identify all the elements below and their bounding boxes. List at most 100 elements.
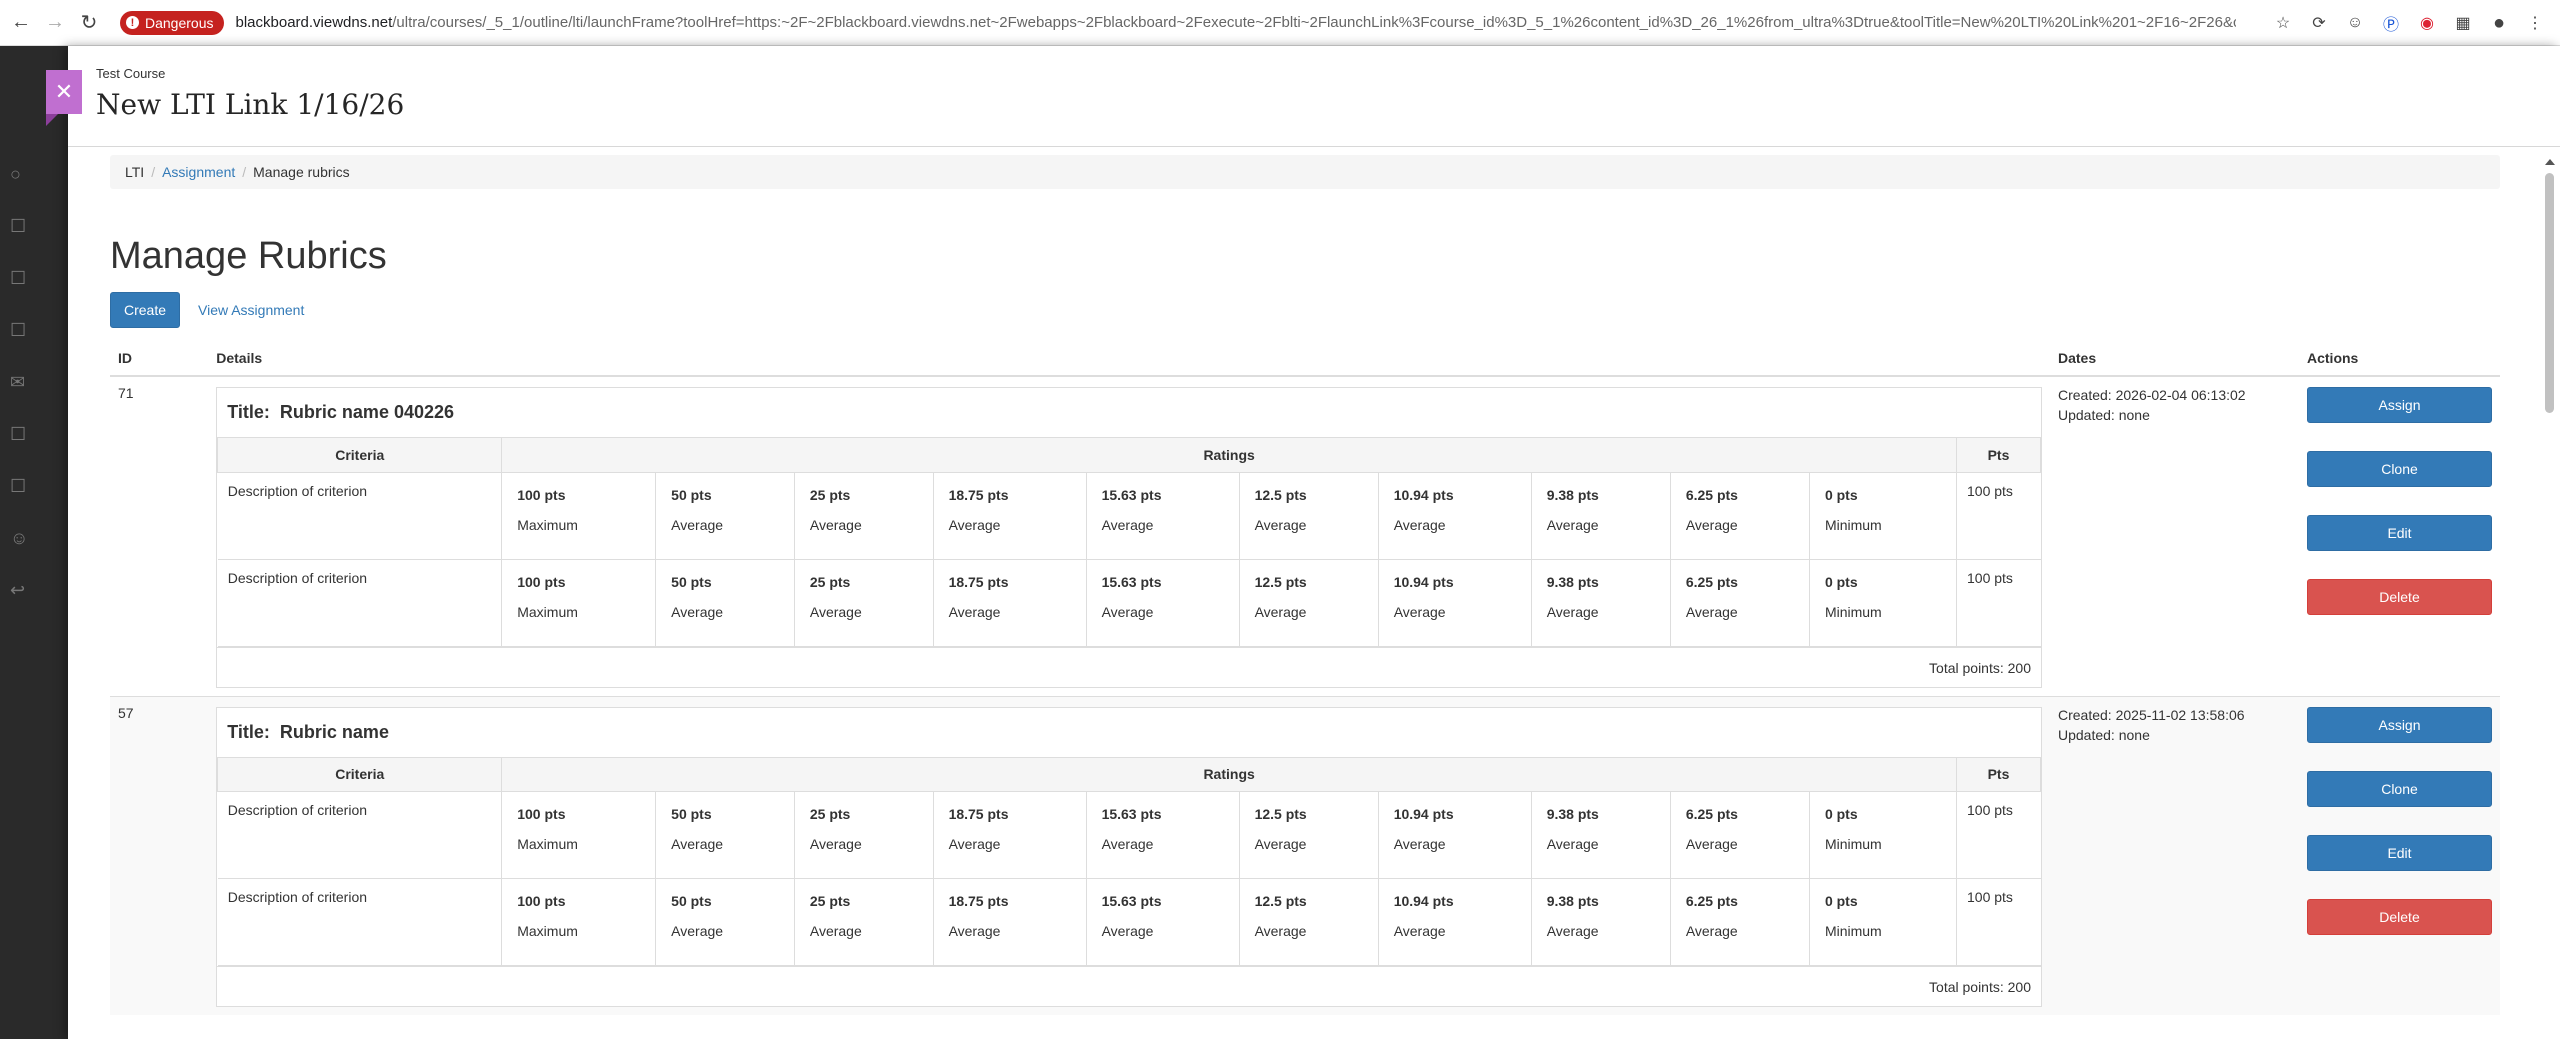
page-title: Manage Rubrics [110,235,387,277]
criterion-description: Description of criterion [217,791,503,879]
rating-points: 15.63 pts [1101,486,1162,503]
rating-points: 100 pts [517,893,566,909]
breadcrumb: LTI / Assignment / Manage rubrics [110,155,2500,189]
clone-button[interactable]: Clone [2307,451,2492,487]
rating-cell: 12.5 pts Average [1238,472,1379,559]
rating-label: Average [671,603,724,620]
rating-points: 12.5 pts [1254,573,1307,590]
rating-label: Average [1685,603,1738,620]
background-nav-icon: ☐ [10,320,27,340]
rating-points: 9.38 pts [1546,573,1599,590]
rating-label: Average [1101,923,1154,939]
criterion-description: Description of criterion [217,558,503,647]
rating-points: 12.5 pts [1254,893,1307,909]
rating-cell: 100 pts Maximum [502,559,656,646]
rating-cell: 100 pts Maximum [502,879,656,965]
rating-points: 12.5 pts [1254,486,1307,503]
scrollbar-thumb[interactable] [2545,173,2554,413]
close-panel-button[interactable]: ✕ [46,70,82,126]
rubric-criteria-table: Criteria Ratings Pts Description of criteri… [217,757,2041,966]
rating-points: 25 pts [809,806,851,822]
menu-kebab-icon[interactable]: ⋮ [2524,12,2546,34]
ratings-header: Ratings [501,438,1957,473]
criteria-header: Criteria [217,438,503,473]
rating-cell: 0 pts Minimum [1808,559,1956,646]
forward-icon[interactable]: → [40,8,70,38]
rubric-details: Title: Rubric name Criteria Ratings Pts Desc… [208,695,2050,1015]
bookmark-star-icon[interactable]: ☆ [2272,12,2294,34]
rating-points: 0 pts [1824,486,1858,503]
breadcrumb-item-lti: LTI [125,164,145,180]
rating-cell: 18.75 pts Average [932,559,1087,646]
scroll-up-arrow-icon[interactable] [2545,159,2555,165]
rating-points: 15.63 pts [1101,893,1162,909]
rating-points: 10.94 pts [1393,806,1454,822]
rating-cell: 25 pts Average [793,792,934,878]
rating-label: Average [948,516,1001,533]
rubric-row: 71 Title: Rubric name 040226 Criteria Ratin… [110,375,2500,696]
pts-header: Pts [1956,757,2041,792]
column-header-details: Details [208,340,2050,377]
edit-button[interactable]: Edit [2307,834,2492,871]
security-warning-chip[interactable]: ! Dangerous [120,10,224,35]
rating-cell: 15.63 pts Average [1085,879,1240,965]
extension-icon[interactable]: ⟳ [2308,12,2330,34]
security-chip-label: Dangerous [145,14,214,31]
rubric-dates: Created: 2025-11-02 13:58:06 Updated: non… [2050,695,2299,1015]
rating-cell: 25 pts Average [793,472,934,559]
rating-points: 9.38 pts [1546,893,1599,909]
clone-button[interactable]: Clone [2307,770,2492,807]
rubric-dates: Created: 2026-02-04 06:13:02 Updated: non… [2050,375,2299,696]
rating-label: Average [1393,603,1446,620]
rating-cell: 50 pts Average [655,879,795,965]
frame-scrollbar[interactable] [2540,155,2560,1039]
assign-button[interactable]: Assign [2307,387,2492,423]
extension-icon[interactable]: Ⓟ [2380,12,2402,34]
rating-label: Average [809,836,862,852]
rating-label: Minimum [1824,923,1882,939]
criterion-description: Description of criterion [217,878,503,966]
lti-frame: LTI / Assignment / Manage rubrics Manage… [110,155,2500,1015]
criterion-description: Description of criterion [217,471,503,560]
rating-label: Average [1685,923,1738,939]
rating-label: Average [671,923,724,939]
breadcrumb-item-assignment[interactable]: Assignment [162,164,235,180]
delete-button[interactable]: Delete [2307,579,2492,615]
extension-icon[interactable]: ☺ [2344,12,2366,34]
view-assignment-link[interactable]: View Assignment [198,302,304,318]
edit-button[interactable]: Edit [2307,515,2492,551]
create-button[interactable]: Create [110,292,180,328]
assign-button[interactable]: Assign [2307,706,2492,743]
extension-icon[interactable]: ◉ [2416,12,2438,34]
rating-points: 6.25 pts [1685,893,1738,909]
criterion-row: Description of criterion 100 pts Maximum 50… [217,558,2041,647]
criterion-ratings: 100 pts Maximum 50 pts Average 25 pts Average… [501,878,1957,966]
background-nav-icons: ○ ☐ ☐ ☐ ✉ ☐ ☐ ☺ ↩ [0,46,68,1039]
pts-header: Pts [1956,438,2041,473]
course-name: Test Course [96,66,166,81]
total-points: Total points: 200 [217,966,2041,1006]
total-points: Total points: 200 [217,646,2041,687]
rating-label: Average [1546,836,1599,852]
rating-points: 18.75 pts [948,486,1009,503]
panel-title: New LTI Link 1/16/26 [96,88,405,121]
rating-cell: 15.63 pts Average [1085,472,1240,559]
extensions-puzzle-icon[interactable]: ▦ [2452,12,2474,34]
criterion-points: 100 pts [1956,471,2041,560]
delete-button[interactable]: Delete [2307,898,2492,935]
ratings-header: Ratings [501,757,1957,792]
rating-points: 50 pts [671,893,712,909]
rating-cell: 15.63 pts Average [1085,792,1240,878]
rating-label: Average [1393,516,1446,533]
warning-icon: ! [126,16,139,29]
rating-label: Average [1101,516,1154,533]
rating-cell: 6.25 pts Average [1669,559,1810,646]
rubric-criteria-table: Criteria Ratings Pts Description of criteri… [217,438,2041,647]
rating-label: Maximum [517,923,578,939]
profile-icon[interactable]: ● [2488,12,2510,34]
rating-cell: 9.38 pts Average [1530,879,1671,965]
rating-points: 50 pts [671,486,712,503]
address-bar[interactable]: blackboard.viewdns.net/ultra/courses/_5_… [236,14,2236,31]
reload-icon[interactable]: ↻ [74,8,104,38]
back-icon[interactable]: ← [6,8,36,38]
